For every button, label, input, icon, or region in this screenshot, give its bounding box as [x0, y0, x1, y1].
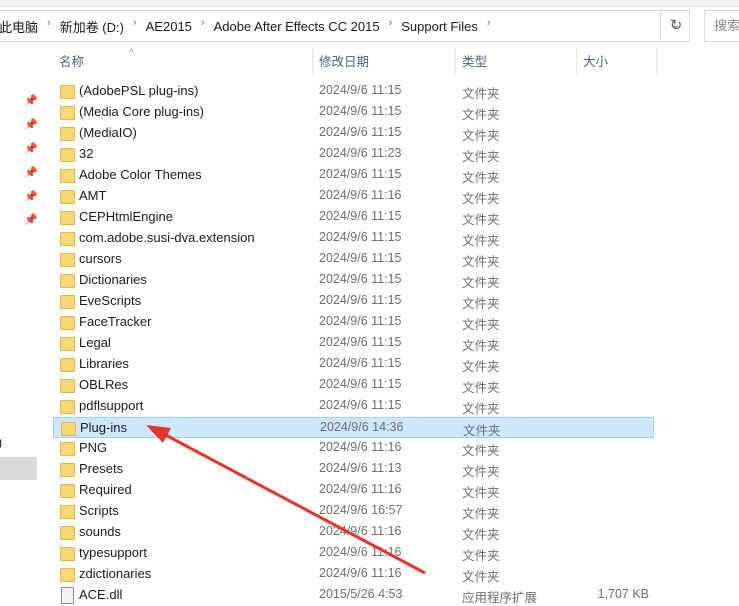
annotation-arrow: [146, 425, 426, 575]
arrow-head: [146, 425, 171, 443]
arrow-shaft: [159, 430, 426, 575]
